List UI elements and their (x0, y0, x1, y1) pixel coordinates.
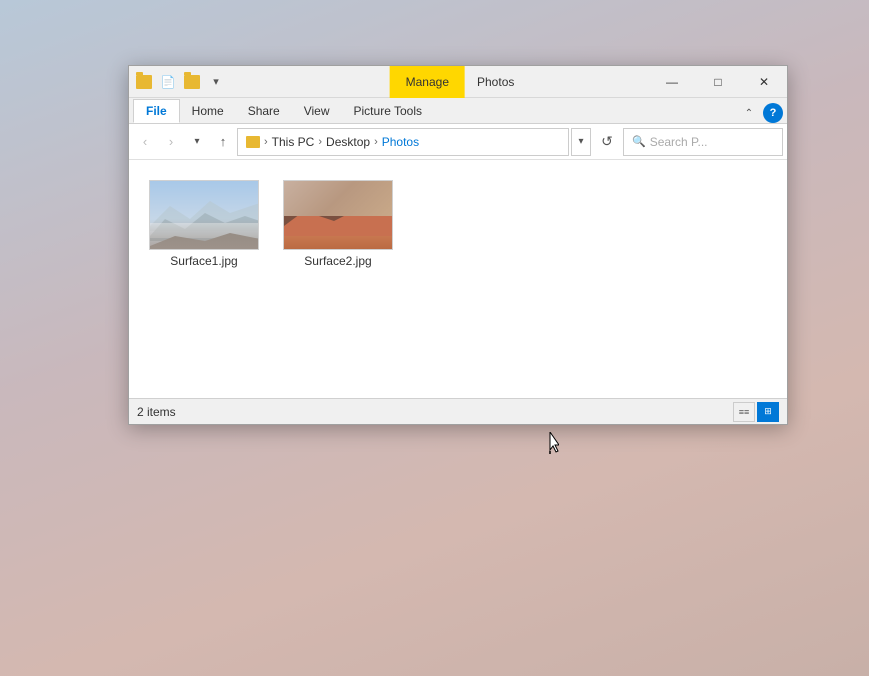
details-view-icon: ≡≡ (739, 407, 750, 417)
new-doc-icon: 📄 (161, 75, 176, 89)
tab-file[interactable]: File (133, 99, 180, 123)
search-placeholder: Search P... (650, 135, 708, 149)
forward-icon: › (169, 134, 173, 149)
refresh-icon: ↺ (601, 133, 613, 150)
tab-picture-tools[interactable]: Picture Tools (342, 99, 434, 123)
ribbon-collapse-button[interactable]: ⌃ (739, 103, 759, 123)
title-bar-center: Manage Photos (390, 66, 527, 98)
up-button[interactable]: ↑ (211, 130, 235, 154)
status-item-count: 2 items (137, 405, 176, 419)
ribbon-right-controls: ⌃ ? (739, 103, 783, 123)
minimize-button[interactable]: — (649, 66, 695, 98)
address-bar: ‹ › ▾ ↑ › This PC › Desktop › Photos ▾ ↺… (129, 124, 787, 160)
file-name-surface1: Surface1.jpg (170, 254, 237, 268)
search-icon: 🔍 (632, 135, 646, 148)
path-separator-1: › (264, 136, 268, 148)
cursor (543, 432, 559, 457)
recent-locations-button[interactable]: ▾ (185, 130, 209, 154)
file-explorer-window: 📄 ▾ Manage Photos — □ (128, 65, 788, 425)
folder-icon (136, 75, 152, 89)
status-bar: 2 items ≡≡ ⊞ (129, 398, 787, 424)
view-controls: ≡≡ ⊞ (733, 402, 779, 422)
title-bar-left: 📄 ▾ (133, 71, 227, 93)
close-button[interactable]: ✕ (741, 66, 787, 98)
dropdown-arrow-icon: ▾ (578, 136, 583, 147)
path-this-pc[interactable]: This PC (272, 135, 315, 149)
path-separator-2: › (318, 136, 322, 148)
qat-folder-button[interactable] (133, 71, 155, 93)
tab-share[interactable]: Share (236, 99, 292, 123)
path-separator-3: › (374, 136, 378, 148)
tab-home[interactable]: Home (180, 99, 236, 123)
address-path[interactable]: › This PC › Desktop › Photos (237, 128, 569, 156)
help-button[interactable]: ? (763, 103, 783, 123)
file-item-surface1[interactable]: Surface1.jpg (145, 176, 263, 272)
thumbnail-surface1 (149, 180, 259, 250)
large-icons-view-icon: ⊞ (764, 406, 772, 417)
manage-tab[interactable]: Manage (390, 66, 465, 98)
up-icon: ↑ (220, 134, 227, 149)
refresh-button[interactable]: ↺ (593, 128, 621, 156)
qat-dropdown-button[interactable]: ▾ (205, 71, 227, 93)
recent-locations-icon: ▾ (194, 136, 199, 147)
manage-tab-label: Manage (406, 75, 449, 89)
dropdown-icon: ▾ (213, 75, 219, 88)
large-icons-view-button[interactable]: ⊞ (757, 402, 779, 422)
details-view-button[interactable]: ≡≡ (733, 402, 755, 422)
maximize-button[interactable]: □ (695, 66, 741, 98)
title-bar-controls: — □ ✕ (649, 66, 787, 98)
path-photos[interactable]: Photos (382, 135, 419, 149)
path-dropdown-button[interactable]: ▾ (571, 128, 591, 156)
thumbnail-image-surface1 (150, 181, 258, 249)
tab-view[interactable]: View (292, 99, 342, 123)
file-name-surface2: Surface2.jpg (304, 254, 371, 268)
chevron-up-icon: ⌃ (745, 108, 753, 119)
path-folder-icon (246, 136, 260, 148)
thumbnail-surface2 (283, 180, 393, 250)
file-item-surface2[interactable]: Surface2.jpg (279, 176, 397, 272)
qat-folder2-button[interactable] (181, 71, 203, 93)
window-title: Photos (465, 66, 526, 98)
search-box[interactable]: 🔍 Search P... (623, 128, 783, 156)
folder2-icon (184, 75, 200, 89)
back-button[interactable]: ‹ (133, 130, 157, 154)
ribbon-tabs: File Home Share View Picture Tools ⌃ ? (129, 98, 787, 124)
help-icon: ? (770, 107, 777, 119)
qat-new-button[interactable]: 📄 (157, 71, 179, 93)
thumbnail-image-surface2 (284, 181, 392, 249)
path-desktop[interactable]: Desktop (326, 135, 370, 149)
file-content-area: Surface1.jpg (129, 160, 787, 398)
back-icon: ‹ (143, 134, 147, 149)
title-bar: 📄 ▾ Manage Photos — □ (129, 66, 787, 98)
forward-button[interactable]: › (159, 130, 183, 154)
